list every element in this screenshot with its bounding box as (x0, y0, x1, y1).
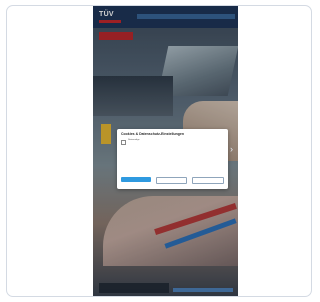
accept-all-button[interactable] (121, 177, 151, 182)
chevron-right-icon[interactable]: › (230, 144, 233, 154)
cookie-option-label: Notwendige (128, 139, 140, 141)
checkbox-icon[interactable] (121, 139, 126, 145)
cookie-dialog-actions (121, 177, 225, 184)
cookie-option-row[interactable]: Notwendige (121, 139, 224, 145)
reject-button[interactable] (155, 177, 188, 184)
thumbnail-card[interactable]: TÜV › Cookies & Datenschutz-Einstellunge… (6, 5, 312, 297)
cookie-dialog-title: Cookies & Datenschutz-Einstellungen (121, 132, 185, 136)
cookie-consent-dialog: Cookies & Datenschutz-Einstellungen Notw… (117, 129, 228, 189)
settings-button[interactable] (192, 177, 225, 184)
